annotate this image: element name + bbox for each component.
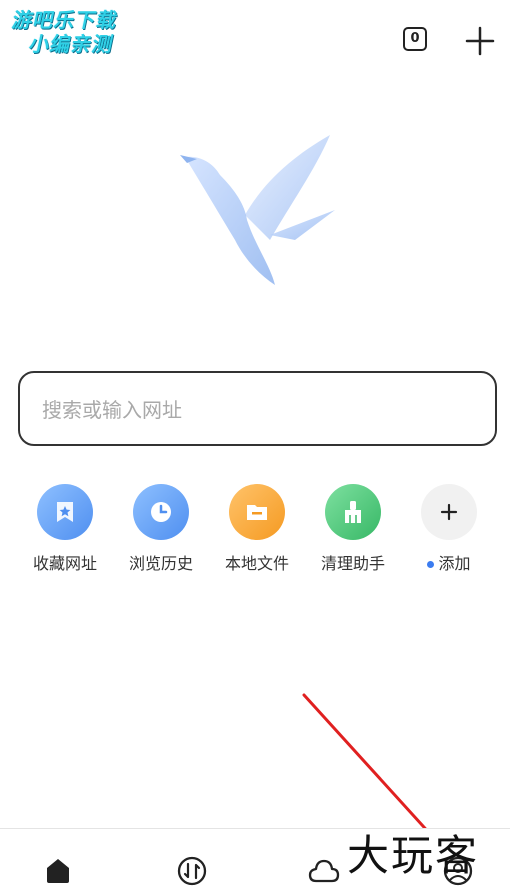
plus-icon (421, 484, 477, 540)
shortcut-label: 浏览历史 (128, 554, 193, 573)
search-input[interactable]: 搜索或输入网址 (18, 371, 497, 446)
clock-icon (133, 484, 189, 540)
watermark-line1: 游吧乐下载 (10, 8, 121, 32)
shortcut-label: 添加 (438, 554, 471, 573)
shortcut-history[interactable]: 浏览历史 (114, 484, 208, 574)
annotation-arrow (302, 693, 460, 868)
shortcut-cleaner[interactable]: 清理助手 (306, 484, 400, 574)
shortcut-local-files[interactable]: 本地文件 (210, 484, 304, 574)
plus-icon[interactable] (463, 24, 497, 58)
watermark-logo: 游吧乐下载 小编亲测 (5, 8, 155, 56)
new-indicator-dot (427, 561, 435, 568)
watermark-corner: 大玩客 (347, 831, 480, 880)
bird-logo-icon (180, 135, 335, 285)
shortcut-label: 清理助手 (320, 554, 385, 573)
shortcut-grid: 收藏网址 浏览历史 本地文件 清理助手 添加 (18, 484, 498, 574)
transfer-icon (177, 856, 207, 886)
bookmark-star-icon (37, 484, 93, 540)
search-placeholder: 搜索或输入网址 (42, 398, 182, 422)
shortcut-label-with-dot: 添加 (402, 550, 496, 574)
home-icon (47, 859, 69, 883)
nav-home[interactable] (40, 853, 76, 889)
cloud-icon (308, 859, 340, 883)
shortcut-bookmarks[interactable]: 收藏网址 (18, 484, 112, 574)
shortcut-label: 收藏网址 (32, 554, 97, 573)
folder-icon (229, 484, 285, 540)
shortcut-label: 本地文件 (224, 554, 289, 573)
watermark-line2: 小编亲测 (26, 32, 116, 56)
tab-count-button[interactable]: 0 (403, 27, 427, 51)
shortcut-add[interactable]: 添加 (402, 484, 496, 574)
nav-transfer[interactable] (174, 853, 210, 889)
broom-icon (325, 484, 381, 540)
nav-cloud[interactable] (306, 853, 342, 889)
